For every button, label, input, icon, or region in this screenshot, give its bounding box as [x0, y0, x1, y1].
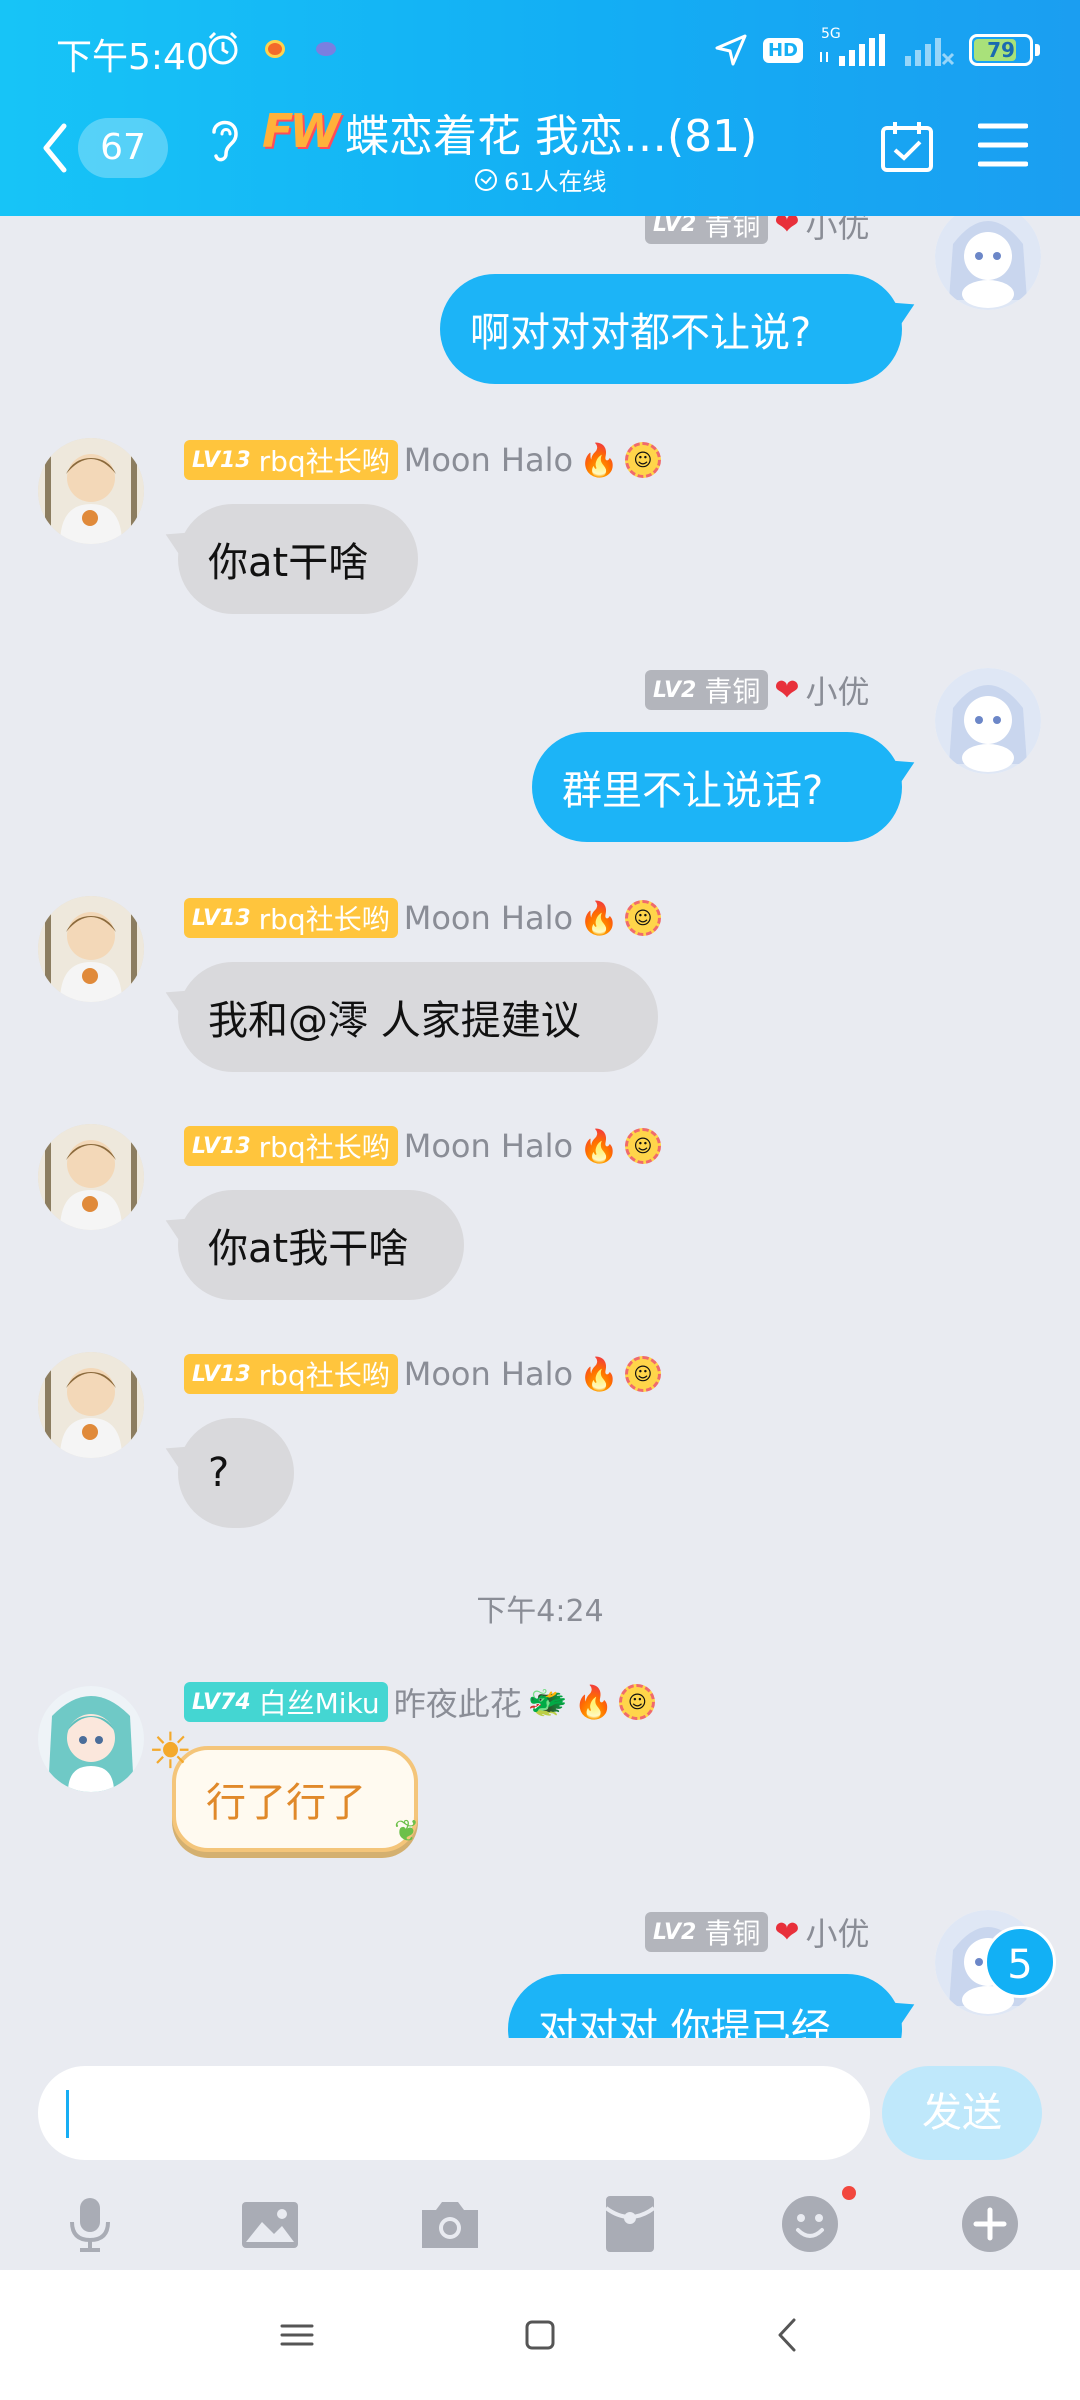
app-notification-icon	[265, 40, 285, 58]
level-badge: LV74 白丝Miku	[184, 1682, 388, 1722]
fire-icon: 🔥	[573, 1683, 614, 1721]
camera-icon[interactable]	[418, 2192, 482, 2256]
sender-nickname: 小优	[805, 673, 870, 711]
image-icon[interactable]	[238, 2192, 302, 2256]
group-badge: FW	[262, 104, 340, 158]
avatar[interactable]	[38, 1124, 144, 1230]
sender-nickname: 小优	[805, 216, 870, 245]
back-icon[interactable]	[762, 2310, 812, 2360]
sender-info: LV13 rbq社长哟 Moon Halo 🔥 ☺	[184, 438, 661, 482]
fire-icon: 🔥	[579, 1355, 619, 1393]
message-composer: 发送	[0, 2038, 1080, 2270]
medal-icon: ☺	[624, 900, 661, 936]
medal-icon: ☺	[624, 442, 661, 478]
level-badge: LV2 青铜	[645, 216, 769, 244]
plus-icon[interactable]	[958, 2192, 1022, 2256]
avatar[interactable]	[935, 668, 1041, 774]
status-indicators: HD 5G 79	[713, 26, 1040, 72]
level-badge: LV13 rbq社长哟	[184, 1126, 398, 1166]
level-badge: LV2 青铜	[645, 670, 769, 710]
message-bubble[interactable]: 群里不让说话?	[532, 732, 902, 842]
app-notification-icon	[316, 42, 336, 56]
chevron-left-icon[interactable]	[40, 120, 70, 176]
sender-info: LV13 rbq社长哟 Moon Halo 🔥 ☺	[184, 1124, 661, 1168]
hd-icon: HD	[762, 37, 803, 63]
sender-info: LV13 rbq社长哟 Moon Halo 🔥 ☺	[184, 1352, 661, 1396]
fire-icon: 🔥	[579, 441, 619, 479]
online-count-text: 61人在线	[504, 168, 607, 196]
unread-count-badge[interactable]: 67	[78, 118, 168, 178]
level-badge: LV13 rbq社长哟	[184, 440, 398, 480]
message-list[interactable]: LV2 青铜 ❤ 小优 啊对对对都不让说? LV13 rbq社长哟 Moon Hal…	[0, 216, 1080, 2038]
online-count: 61人在线	[474, 162, 607, 197]
status-time: 下午5:40	[56, 37, 209, 78]
notification-dot	[842, 2186, 856, 2200]
menu-icon[interactable]	[978, 122, 1028, 168]
online-check-icon	[475, 168, 497, 191]
message-bubble[interactable]: 我和@澪 人家提建议	[178, 962, 658, 1072]
send-button[interactable]: 发送	[882, 2066, 1042, 2160]
sender-info: LV13 rbq社长哟 Moon Halo 🔥 ☺	[184, 896, 661, 940]
sun-icon: ☀	[148, 1722, 193, 1780]
group-title[interactable]: 蝶恋着花 我恋…(81)	[345, 100, 757, 164]
avatar[interactable]	[38, 438, 144, 544]
heart-icon: ❤	[774, 1914, 800, 1950]
avatar[interactable]	[38, 1352, 144, 1458]
calendar-check-icon[interactable]	[880, 120, 934, 174]
avatar[interactable]	[935, 216, 1041, 310]
sender-nickname: Moon Halo	[403, 441, 574, 479]
medal-icon: ☺	[624, 1128, 661, 1164]
emoji-icon[interactable]	[778, 2192, 842, 2256]
message-input[interactable]	[38, 2066, 870, 2160]
sender-info: LV74 白丝Miku 昨夜此花 🐲 🔥 ☺	[184, 1680, 656, 1724]
status-bar: 下午5:40 HD 5G 79	[0, 0, 1080, 100]
leaf-icon: ❦	[394, 1814, 420, 1849]
message-bubble[interactable]: ?	[178, 1418, 294, 1528]
level-badge: LV2 青铜	[645, 1912, 769, 1952]
avatar[interactable]	[38, 896, 144, 1002]
battery-icon: 79	[969, 34, 1033, 66]
sender-info: LV2 青铜 ❤ 小优	[645, 216, 870, 246]
sender-info: LV2 青铜 ❤ 小优	[645, 1910, 870, 1954]
microphone-icon[interactable]	[58, 2192, 122, 2256]
message-timestamp: 下午4:24	[476, 1594, 604, 1629]
signal-icon: 5G	[817, 26, 889, 68]
signal-secondary-icon	[905, 38, 955, 66]
sender-nickname: Moon Halo	[403, 1355, 574, 1393]
ear-icon[interactable]	[204, 112, 244, 164]
sender-nickname: 小优	[805, 1915, 870, 1953]
recents-icon[interactable]	[272, 2310, 322, 2360]
red-packet-icon[interactable]	[598, 2192, 662, 2256]
avatar[interactable]	[38, 1686, 144, 1792]
message-bubble[interactable]: 行了行了	[172, 1746, 418, 1852]
level-badge: LV13 rbq社长哟	[184, 898, 398, 938]
medal-icon: ☺	[619, 1684, 656, 1720]
new-message-badge[interactable]: 5	[984, 1926, 1056, 1998]
system-nav-bar	[0, 2270, 1080, 2400]
sender-nickname: Moon Halo	[403, 899, 574, 937]
composer-toolbar	[0, 2180, 1080, 2264]
fire-icon: 🔥	[579, 899, 619, 937]
alarm-icon	[208, 31, 238, 65]
sender-info: LV2 青铜 ❤ 小优	[645, 668, 870, 712]
medal-icon: ☺	[624, 1356, 661, 1392]
text-caret	[66, 2090, 69, 2138]
message-bubble[interactable]: 你at干啥	[178, 504, 418, 614]
sender-nickname: 昨夜此花	[393, 1685, 522, 1723]
message-bubble[interactable]: 啊对对对都不让说?	[440, 274, 902, 384]
heart-icon: ❤	[774, 216, 800, 242]
sender-nickname: Moon Halo	[403, 1127, 574, 1165]
message-bubble[interactable]: 对对对 你提已经	[508, 1974, 902, 2038]
level-badge: LV13 rbq社长哟	[184, 1354, 398, 1394]
dragon-icon: 🐲	[527, 1683, 568, 1721]
chat-header: 下午5:40 HD 5G 79 67 FW 蝶恋着花 我恋…(81) 61人在线	[0, 0, 1080, 216]
battery-tip	[1035, 44, 1040, 56]
message-bubble[interactable]: 你at我干啥	[178, 1190, 464, 1300]
fire-icon: 🔥	[579, 1127, 619, 1165]
heart-icon: ❤	[774, 672, 800, 708]
home-icon[interactable]	[515, 2310, 565, 2360]
location-icon	[715, 34, 747, 66]
